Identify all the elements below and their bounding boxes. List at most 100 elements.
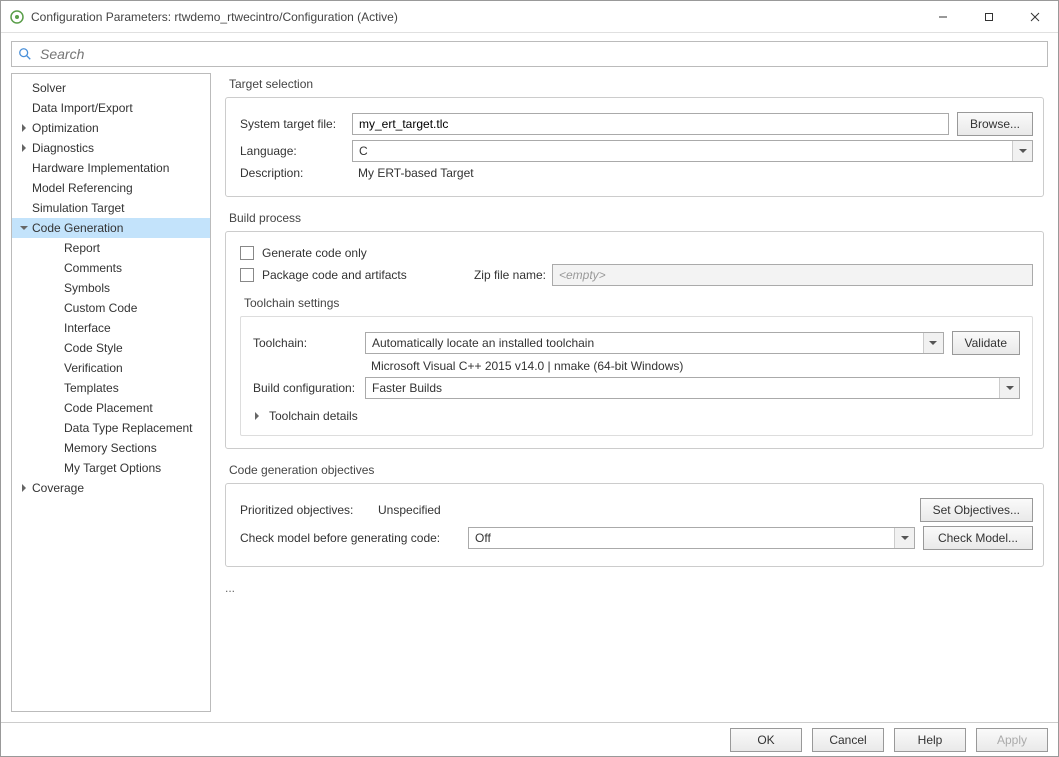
language-label: Language: <box>240 144 352 158</box>
sidebar-item-simulation-target[interactable]: Simulation Target <box>12 198 210 218</box>
chevron-right-icon[interactable] <box>18 482 30 494</box>
sidebar-item-code-placement[interactable]: Code Placement <box>12 398 210 418</box>
tree-spacer <box>36 282 48 294</box>
sidebar-item-hardware-implementation[interactable]: Hardware Implementation <box>12 158 210 178</box>
language-value: C <box>353 144 1012 158</box>
sidebar-item-coverage[interactable]: Coverage <box>12 478 210 498</box>
toolchain-select[interactable]: Automatically locate an installed toolch… <box>365 332 944 354</box>
tree-spacer <box>36 462 48 474</box>
package-code-checkbox[interactable] <box>240 268 254 282</box>
chevron-down-icon <box>923 333 943 353</box>
sidebar-item-label: Verification <box>64 361 123 375</box>
sidebar-item-comments[interactable]: Comments <box>12 258 210 278</box>
sidebar-item-my-target-options[interactable]: My Target Options <box>12 458 210 478</box>
prioritized-objectives-value: Unspecified <box>372 503 920 517</box>
tree-spacer <box>36 442 48 454</box>
system-target-file-input[interactable] <box>352 113 949 135</box>
language-select[interactable]: C <box>352 140 1033 162</box>
check-model-label: Check model before generating code: <box>240 531 468 545</box>
chevron-right-icon[interactable] <box>18 142 30 154</box>
sidebar-item-label: Solver <box>32 81 66 95</box>
browse-button[interactable]: Browse... <box>957 112 1033 136</box>
search-input[interactable] <box>38 45 1041 63</box>
chevron-right-icon <box>253 409 263 423</box>
package-code-label: Package code and artifacts <box>262 268 462 282</box>
system-target-file-label: System target file: <box>240 117 352 131</box>
cancel-button[interactable]: Cancel <box>812 728 884 752</box>
prioritized-objectives-label: Prioritized objectives: <box>240 503 372 517</box>
tree-spacer <box>36 262 48 274</box>
objectives-group: Prioritized objectives: Unspecified Set … <box>225 483 1044 567</box>
description-value: My ERT-based Target <box>352 166 480 180</box>
sidebar-item-label: Interface <box>64 321 111 335</box>
sidebar-item-label: My Target Options <box>64 461 161 475</box>
sidebar-item-label: Diagnostics <box>32 141 94 155</box>
tree-spacer <box>36 302 48 314</box>
tree-spacer <box>18 82 30 94</box>
sidebar-item-label: Model Referencing <box>32 181 133 195</box>
chevron-down-icon[interactable] <box>18 222 30 234</box>
sidebar-item-label: Data Type Replacement <box>64 421 193 435</box>
searchbar-container <box>1 33 1058 73</box>
apply-button[interactable]: Apply <box>976 728 1048 752</box>
sidebar-item-label: Templates <box>64 381 119 395</box>
more-indicator[interactable]: ... <box>225 581 1044 595</box>
nav-tree[interactable]: Solver Data Import/Export Optimization Diag… <box>11 73 211 712</box>
check-model-value: Off <box>469 531 894 545</box>
chevron-down-icon <box>894 528 914 548</box>
zip-file-name-label: Zip file name: <box>462 268 546 282</box>
sidebar-item-solver[interactable]: Solver <box>12 78 210 98</box>
dialog-window: Configuration Parameters: rtwdemo_rtweci… <box>0 0 1059 757</box>
generate-code-only-checkbox[interactable] <box>240 246 254 260</box>
app-icon <box>9 9 25 25</box>
check-model-button[interactable]: Check Model... <box>923 526 1033 550</box>
generate-code-only-label: Generate code only <box>262 246 367 260</box>
sidebar-item-label: Coverage <box>32 481 84 495</box>
sidebar-item-memory-sections[interactable]: Memory Sections <box>12 438 210 458</box>
set-objectives-button[interactable]: Set Objectives... <box>920 498 1033 522</box>
check-model-select[interactable]: Off <box>468 527 915 549</box>
toolchain-value: Automatically locate an installed toolch… <box>366 336 923 350</box>
maximize-button[interactable] <box>966 1 1012 33</box>
search-icon <box>18 47 32 61</box>
chevron-right-icon[interactable] <box>18 122 30 134</box>
sidebar-item-label: Memory Sections <box>64 441 157 455</box>
help-button[interactable]: Help <box>894 728 966 752</box>
sidebar-item-label: Hardware Implementation <box>32 161 169 175</box>
minimize-button[interactable] <box>920 1 966 33</box>
sidebar-item-label: Code Generation <box>32 221 123 235</box>
tree-spacer <box>36 402 48 414</box>
target-selection-legend: Target selection <box>225 77 1044 91</box>
sidebar-item-interface[interactable]: Interface <box>12 318 210 338</box>
sidebar-item-verification[interactable]: Verification <box>12 358 210 378</box>
validate-button[interactable]: Validate <box>952 331 1020 355</box>
sidebar-item-symbols[interactable]: Symbols <box>12 278 210 298</box>
toolchain-details-toggle[interactable]: Toolchain details <box>253 409 1020 423</box>
sidebar-item-label: Code Style <box>64 341 123 355</box>
sidebar-item-optimization[interactable]: Optimization <box>12 118 210 138</box>
main-panel: Target selection System target file: Bro… <box>211 73 1048 712</box>
build-config-select[interactable]: Faster Builds <box>365 377 1020 399</box>
chevron-down-icon <box>1012 141 1032 161</box>
sidebar-item-code-generation[interactable]: Code Generation <box>12 218 210 238</box>
sidebar-item-templates[interactable]: Templates <box>12 378 210 398</box>
searchbar[interactable] <box>11 41 1048 67</box>
sidebar-item-report[interactable]: Report <box>12 238 210 258</box>
sidebar-item-diagnostics[interactable]: Diagnostics <box>12 138 210 158</box>
sidebar-item-data-type-replacement[interactable]: Data Type Replacement <box>12 418 210 438</box>
sidebar-item-model-referencing[interactable]: Model Referencing <box>12 178 210 198</box>
tree-spacer <box>36 322 48 334</box>
tree-spacer <box>36 242 48 254</box>
toolchain-settings-group: Toolchain: Automatically locate an insta… <box>240 316 1033 436</box>
ok-button[interactable]: OK <box>730 728 802 752</box>
toolchain-detail: Microsoft Visual C++ 2015 v14.0 | nmake … <box>365 359 689 373</box>
sidebar-item-code-style[interactable]: Code Style <box>12 338 210 358</box>
build-process-legend: Build process <box>225 211 1044 225</box>
titlebar: Configuration Parameters: rtwdemo_rtweci… <box>1 1 1058 33</box>
sidebar-item-label: Symbols <box>64 281 110 295</box>
sidebar-item-label: Optimization <box>32 121 99 135</box>
sidebar-item-data-import-export[interactable]: Data Import/Export <box>12 98 210 118</box>
close-button[interactable] <box>1012 1 1058 33</box>
sidebar-item-custom-code[interactable]: Custom Code <box>12 298 210 318</box>
build-process-group: Generate code only Package code and arti… <box>225 231 1044 449</box>
